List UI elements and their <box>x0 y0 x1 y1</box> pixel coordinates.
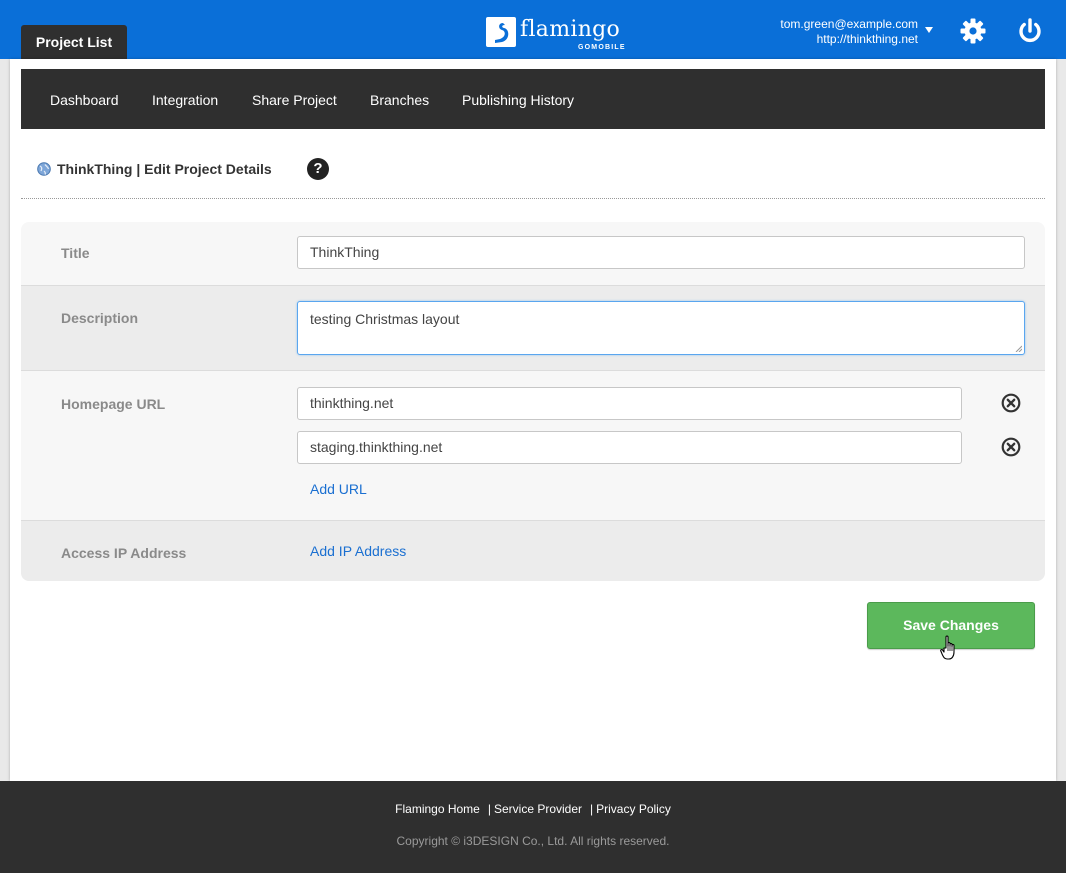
help-icon[interactable]: ? <box>307 158 329 180</box>
footer-link-privacy-policy[interactable]: Privacy Policy <box>596 802 671 816</box>
title-label: Title <box>61 245 90 261</box>
add-url-link[interactable]: Add URL <box>310 481 367 497</box>
page-title: ThinkThing | Edit Project Details <box>57 161 272 177</box>
description-textarea[interactable]: testing Christmas layout <box>297 301 1025 355</box>
logo-subtitle: GOMOBILE <box>578 44 626 51</box>
gear-icon[interactable] <box>959 17 987 45</box>
homepage-url-input-1[interactable]: thinkthing.net <box>297 387 962 420</box>
resize-handle-icon[interactable] <box>1015 345 1022 352</box>
homepage-url-input-2[interactable]: staging.thinkthing.net <box>297 431 962 464</box>
remove-url-1-icon[interactable] <box>1001 393 1021 413</box>
homepage-url-label: Homepage URL <box>61 396 166 412</box>
chevron-down-icon[interactable] <box>925 27 933 33</box>
edit-project-form: Title ThinkThing Description testing Chr… <box>21 222 1045 581</box>
description-value: testing Christmas layout <box>310 311 460 327</box>
footer-link-flamingo-home[interactable]: Flamingo Home <box>395 802 480 816</box>
title-input[interactable]: ThinkThing <box>297 236 1025 269</box>
account-email: tom.green@example.com <box>780 17 918 31</box>
subnav-item-publishing-history[interactable]: Publishing History <box>462 69 574 131</box>
copyright-text: Copyright © i3DESIGN Co., Ltd. All right… <box>396 834 670 848</box>
project-subnav: Dashboard Integration Share Project Bran… <box>21 69 1045 129</box>
globe-icon <box>37 162 51 176</box>
flamingo-mark-icon <box>486 17 516 47</box>
hand-cursor-icon <box>940 635 962 661</box>
remove-url-2-icon[interactable] <box>1001 437 1021 457</box>
account-menu[interactable]: tom.green@example.com http://thinkthing.… <box>780 17 918 47</box>
footer: Flamingo Home | Service Provider | Privacy P… <box>0 781 1066 873</box>
subnav-item-integration[interactable]: Integration <box>152 69 218 131</box>
subnav-item-share-project[interactable]: Share Project <box>252 69 337 131</box>
subnav-item-dashboard[interactable]: Dashboard <box>50 69 119 131</box>
homepage-url-row: Homepage URL thinkthing.net staging.thin… <box>21 370 1045 520</box>
logo-wordmark: flamingo <box>520 17 621 42</box>
top-bar: Project List flamingo GOMOBILE tom.green… <box>0 0 1066 59</box>
flamingo-logo[interactable]: flamingo GOMOBILE <box>486 15 625 53</box>
subnav-item-branches[interactable]: Branches <box>370 69 429 131</box>
footer-link-service-provider[interactable]: Service Provider <box>494 802 582 816</box>
title-row: Title ThinkThing <box>21 222 1045 285</box>
add-ip-address-link[interactable]: Add IP Address <box>310 543 406 559</box>
tab-project-list[interactable]: Project List <box>21 25 127 59</box>
description-row: Description testing Christmas layout <box>21 285 1045 370</box>
footer-links: Flamingo Home | Service Provider | Privacy P… <box>395 802 671 816</box>
description-label: Description <box>61 310 139 326</box>
access-ip-label: Access IP Address <box>61 545 187 561</box>
header-divider <box>21 198 1045 199</box>
account-site: http://thinkthing.net <box>816 32 918 46</box>
access-ip-row: Access IP Address Add IP Address <box>21 520 1045 581</box>
power-icon[interactable] <box>1016 17 1044 45</box>
